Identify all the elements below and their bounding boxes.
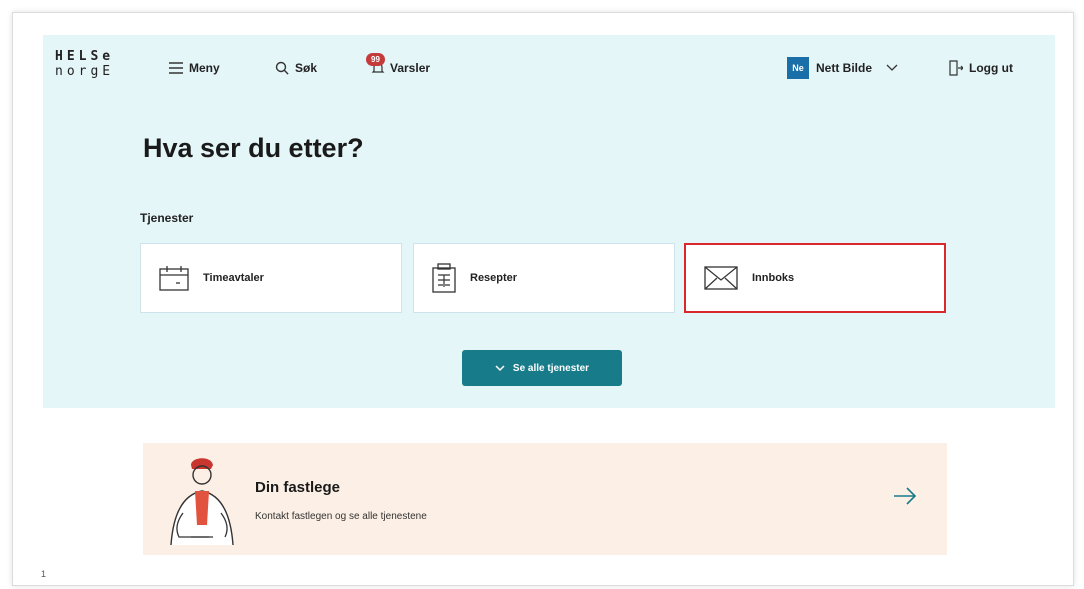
chevron-down-icon [886,64,898,71]
service-label: Timeavtaler [203,272,264,284]
alerts-label: Varsler [390,61,431,75]
gp-title: Din fastlege [255,479,341,496]
user-name: Nett Bilde [816,61,873,75]
search-icon [275,61,289,75]
page-title: Hva ser du etter? [143,133,364,163]
logout-label: Logg ut [969,61,1013,75]
page-marker: 1 [41,569,47,579]
alerts-button[interactable]: 99 Varsler [366,53,431,78]
chevron-down-icon [495,364,505,371]
arrow-right-icon[interactable] [893,487,917,510]
menu-label: Meny [189,61,220,75]
search-button[interactable]: Søk [275,58,317,78]
helsenorge-logo[interactable]: HELSe norgE [55,49,114,79]
user-avatar: Ne [787,57,809,79]
hero-section: HELSe norgE Meny Søk 99 Varsler Ne Nett … [43,35,1055,408]
see-all-label: Se alle tjenester [512,362,590,374]
user-menu-button[interactable]: Ne Nett Bilde [787,57,904,79]
search-label: Søk [295,61,318,75]
gp-card[interactable]: Din fastlege Kontakt fastlegen og se all… [143,443,947,555]
menu-button[interactable]: Meny [169,58,220,78]
envelope-icon [704,266,738,290]
hamburger-icon [169,62,183,74]
doctor-illustration [161,451,243,556]
service-card-resepter[interactable]: Resepter [413,243,675,313]
logo-line-1: HELSe [55,49,115,64]
see-all-services-button[interactable]: Se alle tjenester [462,350,622,386]
prescription-icon [432,263,456,293]
site-header: HELSe norgE Meny Søk 99 Varsler Ne Nett … [43,35,1055,99]
service-card-timeavtaler[interactable]: Timeavtaler [140,243,402,313]
calendar-icon [159,265,189,291]
services-heading: Tjenester [140,211,194,225]
alerts-icon: 99 [366,53,385,75]
logo-line-2: norgE [55,64,115,79]
service-label: Innboks [752,272,795,284]
gp-subtitle: Kontakt fastlegen og se alle tjenestene [255,511,427,522]
logout-icon [949,60,963,76]
service-card-innboks[interactable]: Innboks [684,243,946,313]
service-label: Resepter [470,272,518,284]
logout-button[interactable]: Logg ut [949,58,1013,78]
browser-frame: HELSe norgE Meny Søk 99 Varsler Ne Nett … [12,12,1074,586]
alerts-badge: 99 [366,53,385,66]
